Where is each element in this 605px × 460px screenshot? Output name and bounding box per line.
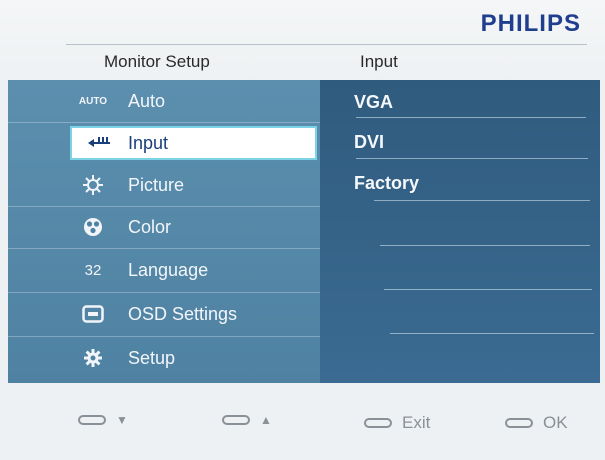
submenu-divider (380, 245, 590, 246)
exit-control-label: Exit (402, 413, 431, 432)
menu-item-label: Setup (128, 347, 176, 368)
submenu-divider (384, 289, 592, 290)
menu-item-language[interactable]: 32 Language (8, 248, 320, 293)
submenu-item-factory[interactable]: Factory (354, 173, 419, 194)
osd-settings-icon (78, 301, 108, 327)
submenu-divider (356, 117, 586, 118)
submenu-item-vga[interactable]: VGA (354, 92, 393, 113)
submenu-panel (320, 80, 600, 383)
submenu-divider (356, 158, 588, 159)
down-control-label: ▼ (116, 413, 128, 427)
menu-item-color[interactable]: Color (8, 206, 320, 249)
exit-control[interactable]: Exit (364, 413, 430, 433)
color-icon (78, 214, 108, 240)
input-icon (84, 130, 114, 156)
header-divider (66, 44, 587, 45)
main-menu: AUTO Auto Input Picture Color 32 Languag… (8, 80, 320, 383)
menu-item-setup[interactable]: Setup (8, 336, 320, 380)
menu-item-label: Input (128, 132, 169, 153)
menu-item-label: Picture (128, 174, 185, 195)
exit-button-icon (364, 418, 392, 428)
up-arrow-icon (222, 415, 250, 425)
ok-button-icon (505, 418, 533, 428)
auto-icon: AUTO (78, 95, 108, 107)
submenu-title: Input (360, 52, 398, 71)
menu-item-auto[interactable]: AUTO Auto (8, 80, 320, 123)
brand-logo: PHILIPS (480, 10, 581, 37)
submenu-divider (390, 333, 594, 334)
submenu-item-dvi[interactable]: DVI (354, 132, 384, 153)
menu-item-osd-settings[interactable]: OSD Settings (8, 292, 320, 337)
osd-screen: PHILIPS Monitor Setup Input AUTO Auto In… (0, 0, 605, 460)
menu-item-label: Language (128, 259, 209, 280)
menu-item-picture[interactable]: Picture (8, 164, 320, 207)
submenu-divider (374, 200, 590, 201)
menu-item-label: Auto (128, 90, 166, 111)
down-arrow-icon (78, 415, 106, 425)
ok-control-label: OK (543, 413, 568, 432)
up-control-label: ▲ (260, 413, 272, 427)
menu-item-label: Color (128, 216, 172, 237)
osd-panel: AUTO Auto Input Picture Color 32 Languag… (8, 80, 600, 383)
ok-control[interactable]: OK (505, 413, 568, 433)
language-icon: 32 (84, 261, 102, 279)
menu-title: Monitor Setup (104, 52, 210, 71)
up-control[interactable]: ▲ (222, 413, 272, 427)
down-control[interactable]: ▼ (78, 413, 128, 427)
picture-icon (78, 172, 108, 198)
setup-icon (78, 345, 108, 371)
menu-item-input[interactable]: Input (8, 122, 320, 164)
menu-item-label: OSD Settings (128, 303, 238, 324)
